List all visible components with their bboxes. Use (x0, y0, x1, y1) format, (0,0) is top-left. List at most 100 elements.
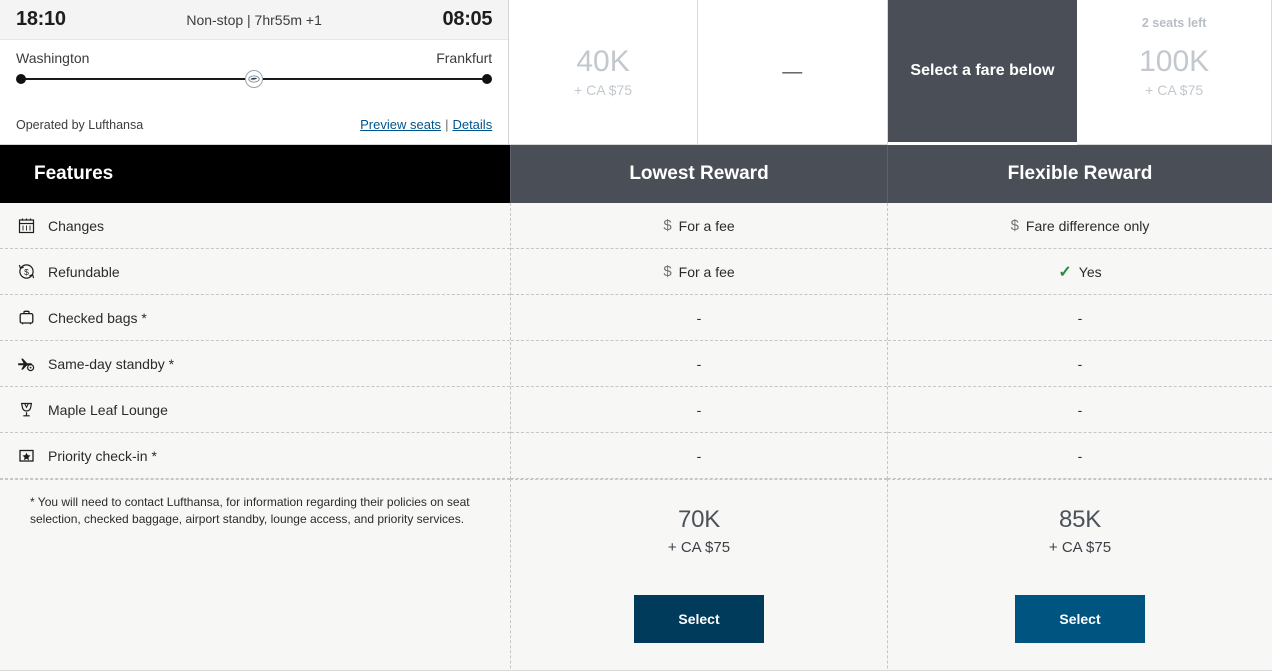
select-flexible-reward-button[interactable]: Select (1015, 595, 1145, 643)
table-row: - (888, 295, 1272, 341)
table-row: - (888, 387, 1272, 433)
feature-label: Maple Leaf Lounge (48, 401, 168, 418)
cell-text: - (1077, 447, 1083, 464)
flexible-reward-footer: 85K + CA $75 Select (887, 479, 1272, 671)
fare-summary-business[interactable]: 2 seats left 100K + CA $75 (1077, 0, 1272, 145)
table-row: - (888, 433, 1272, 479)
cell-text: - (696, 309, 702, 326)
cell-value: ✓ Yes (1058, 262, 1101, 282)
feature-label: Same-day standby * (48, 355, 175, 372)
dollar-icon: $ (663, 217, 672, 234)
table-row: - (888, 341, 1272, 387)
fare-tax: + CA $75 (1145, 81, 1204, 98)
table-row: $ Refundable (0, 249, 510, 295)
table-row: - (511, 341, 887, 387)
lowest-reward-column: Lowest Reward $ For a fee $ For a fee - (510, 145, 887, 671)
features-header: Features (0, 145, 510, 203)
table-row: Changes (0, 203, 510, 249)
cell-text: For a fee (678, 217, 735, 234)
table-row: ✓ Yes (888, 249, 1272, 295)
flight-times-header: 18:10 Non-stop | 7hr55m +1 08:05 (0, 0, 509, 40)
route-line (16, 70, 493, 88)
destination-dot (482, 74, 493, 84)
table-row: - (511, 433, 887, 479)
footnote-text: * You will need to contact Lufthansa, fo… (30, 495, 470, 527)
features-rows: Changes $ Refundable Checked bags * Same… (0, 203, 510, 479)
cell-text: For a fee (678, 263, 735, 280)
arrival-time: 08:05 (442, 8, 493, 30)
flight-links: Preview seats | Details (360, 117, 492, 132)
cell-text: Yes (1078, 263, 1102, 280)
fare-summary-economy[interactable]: 40K + CA $75 (509, 0, 698, 145)
table-row: $ For a fee (511, 203, 887, 249)
lounge-chair-icon (12, 401, 40, 418)
dollar-icon: $ (1010, 217, 1019, 234)
preview-seats-link[interactable]: Preview seats (360, 117, 441, 132)
suitcase-icon (12, 309, 40, 326)
standby-plane-icon (12, 355, 40, 372)
table-row: - (511, 295, 887, 341)
check-icon: ✓ (1058, 263, 1072, 281)
prompt-label: Select a fare below (910, 62, 1055, 79)
fare-summary-premium: — (697, 0, 888, 145)
table-row: Maple Leaf Lounge (0, 387, 510, 433)
fare-miles: 40K (576, 45, 630, 79)
destination-city: Frankfurt (436, 50, 493, 66)
cell-text: Fare difference only (1025, 217, 1150, 234)
cell-text: - (1077, 309, 1083, 326)
feature-label: Refundable (48, 263, 120, 280)
origin-dot (16, 74, 26, 84)
fare-comparison-table: Features Changes $ Refundable Checked ba… (0, 145, 1272, 671)
features-footer: * You will need to contact Lufthansa, fo… (0, 479, 510, 671)
segment-info: Non-stop | 7hr55m +1 (186, 11, 322, 28)
lowest-reward-header: Lowest Reward (510, 145, 887, 203)
dollar-icon: $ (663, 263, 672, 280)
origin-city: Washington (16, 50, 90, 66)
fare-unavailable-dash: — (782, 61, 803, 83)
flexible-reward-header: Flexible Reward (887, 145, 1272, 203)
cell-text: - (1077, 401, 1083, 418)
select-a-fare-prompt: Select a fare below (887, 0, 1078, 142)
fare-tax: + CA $75 (574, 81, 633, 98)
feature-label: Priority check-in * (48, 447, 157, 464)
price-tax: + CA $75 (667, 539, 731, 556)
fare-comparison-page: 18:10 Non-stop | 7hr55m +1 08:05 Washing… (0, 0, 1272, 671)
table-row: - (511, 387, 887, 433)
seats-left-badge: 2 seats left (1141, 16, 1207, 30)
fare-miles: 100K (1139, 45, 1210, 79)
table-row: Checked bags * (0, 295, 510, 341)
details-link[interactable]: Details (452, 117, 492, 132)
flight-card[interactable]: 18:10 Non-stop | 7hr55m +1 08:05 Washing… (0, 0, 510, 145)
table-row: $ For a fee (511, 249, 887, 295)
feature-label: Checked bags * (48, 309, 147, 326)
calendar-icon (12, 217, 40, 234)
city-row: Washington Frankfurt (16, 40, 492, 66)
price-miles: 85K (1058, 506, 1102, 533)
table-row: Priority check-in * (0, 433, 510, 479)
price-miles: 70K (677, 506, 721, 533)
operator-row: Operated by Lufthansa Preview seats | Deta… (16, 117, 492, 132)
star-box-icon (12, 447, 40, 464)
cell-text: - (696, 447, 702, 464)
link-separator: | (445, 117, 449, 132)
cell-text: - (696, 401, 702, 418)
table-row: Same-day standby * (0, 341, 510, 387)
flexible-reward-rows: $ Fare difference only ✓ Yes - - - - (887, 203, 1272, 479)
lowest-reward-rows: $ For a fee $ For a fee - - - - (510, 203, 887, 479)
flexible-reward-column: Flexible Reward $ Fare difference only ✓… (887, 145, 1272, 671)
svg-text:$: $ (24, 267, 29, 277)
cell-value: $ For a fee (663, 263, 734, 280)
cell-text: - (696, 355, 702, 372)
cell-value: $ For a fee (663, 217, 734, 234)
select-lowest-reward-button[interactable]: Select (634, 595, 764, 643)
price-tax: + CA $75 (1048, 539, 1112, 556)
departure-time: 18:10 (16, 8, 66, 30)
cell-value: $ Fare difference only (1011, 217, 1150, 234)
operated-by-label: Operated by Lufthansa (16, 118, 144, 132)
lufthansa-crane-icon (245, 70, 264, 88)
refund-circle-dollar-icon: $ (12, 263, 40, 280)
table-row: $ Fare difference only (888, 203, 1272, 249)
feature-label: Changes (48, 217, 105, 234)
cell-text: - (1077, 355, 1083, 372)
features-column: Features Changes $ Refundable Checked ba… (0, 145, 510, 671)
